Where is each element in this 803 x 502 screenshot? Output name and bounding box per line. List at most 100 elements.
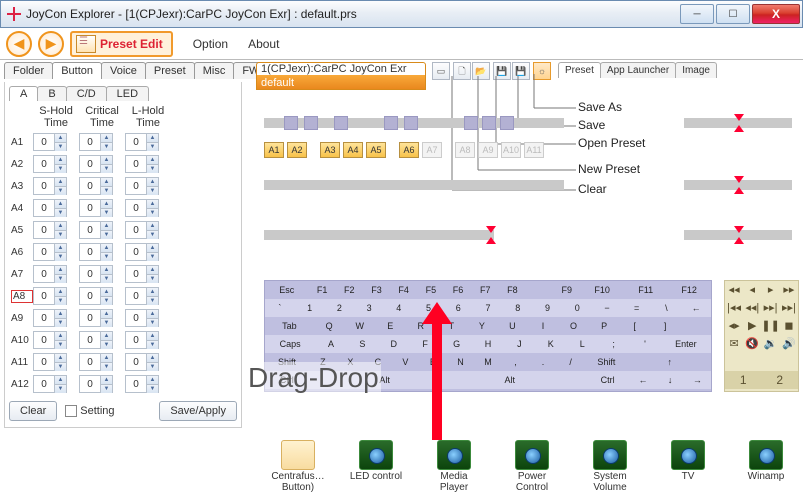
spinner-a10-0[interactable]: 0▲▼ xyxy=(33,331,67,349)
key-blank[interactable] xyxy=(628,353,656,371)
key-blank[interactable] xyxy=(531,371,558,389)
key-blank[interactable] xyxy=(680,317,711,335)
save-preset-button[interactable]: 💾 xyxy=(493,62,511,80)
spinner-a3-2[interactable]: 0▲▼ xyxy=(125,177,159,195)
key-Q[interactable]: Q xyxy=(314,317,345,335)
assign-a9[interactable]: A9 xyxy=(478,142,498,158)
key-;[interactable]: ; xyxy=(598,335,629,353)
key-L[interactable]: L xyxy=(567,335,598,353)
key-'[interactable]: ' xyxy=(629,335,660,353)
key-Y[interactable]: Y xyxy=(467,317,498,335)
media-btn[interactable]: 🔇 xyxy=(743,335,761,353)
menu-option[interactable]: Option xyxy=(193,37,228,51)
key-F5[interactable]: F5 xyxy=(417,281,444,299)
media-btn[interactable]: ▸▸ xyxy=(780,281,798,299)
key-H[interactable]: H xyxy=(472,335,503,353)
spinner-a3-1[interactable]: 0▲▼ xyxy=(79,177,113,195)
assign-a2[interactable]: A2 xyxy=(287,142,307,158)
media-btn[interactable]: ▸▸| xyxy=(761,299,779,317)
spinner-a5-1[interactable]: 0▲▼ xyxy=(79,221,113,239)
media-btn[interactable]: ◂◂| xyxy=(743,299,761,317)
clear-preset-button[interactable]: ▭ xyxy=(432,62,450,80)
right-tab-app-launcher[interactable]: App Launcher xyxy=(600,62,676,78)
highlight-preset-button[interactable]: ☼ xyxy=(533,62,551,80)
spinner-a11-0[interactable]: 0▲▼ xyxy=(33,353,67,371)
spinner-a11-2[interactable]: 0▲▼ xyxy=(125,353,159,371)
close-button[interactable]: X xyxy=(752,4,800,24)
left-tab-button[interactable]: Button xyxy=(52,62,102,79)
nav-back-button[interactable]: ◀ xyxy=(6,31,32,57)
track-3[interactable] xyxy=(264,230,494,240)
preset-edit-button[interactable]: Preset Edit xyxy=(70,31,173,57)
left-tab-misc[interactable]: Misc xyxy=(194,62,235,79)
key-O[interactable]: O xyxy=(558,317,589,335)
left-tab-folder[interactable]: Folder xyxy=(4,62,53,79)
app-centrafus[interactable]: Centrafus…Button) xyxy=(270,440,326,493)
nav-forward-button[interactable]: ▶ xyxy=(38,31,64,57)
media-btn[interactable]: ◼ xyxy=(780,317,798,335)
clear-button[interactable]: Clear xyxy=(9,401,57,421)
key-Enter[interactable]: Enter xyxy=(661,335,711,353)
key-F1[interactable]: F1 xyxy=(309,281,336,299)
spinner-a7-0[interactable]: 0▲▼ xyxy=(33,265,67,283)
assign-a8[interactable]: A8 xyxy=(455,142,475,158)
spinner-a8-2[interactable]: 0▲▼ xyxy=(125,287,159,305)
spinner-a5-2[interactable]: 0▲▼ xyxy=(125,221,159,239)
assign-a3[interactable]: A3 xyxy=(320,142,340,158)
app-ledcontrol[interactable]: LED control xyxy=(348,440,404,493)
key-S[interactable]: S xyxy=(347,335,378,353)
spinner-a1-1[interactable]: 0▲▼ xyxy=(79,133,113,151)
key-←[interactable]: ← xyxy=(681,299,711,317)
spinner-a12-0[interactable]: 0▲▼ xyxy=(33,375,67,393)
media-btn[interactable]: ▶ xyxy=(743,317,761,335)
left-tab-voice[interactable]: Voice xyxy=(101,62,146,79)
spinner-a10-2[interactable]: 0▲▼ xyxy=(125,331,159,349)
spinner-a5-0[interactable]: 0▲▼ xyxy=(33,221,67,239)
key-Shift[interactable]: Shift xyxy=(584,353,628,371)
key-`[interactable]: ` xyxy=(265,299,295,317)
key-/[interactable]: / xyxy=(557,353,585,371)
spinner-a10-1[interactable]: 0▲▼ xyxy=(79,331,113,349)
menu-about[interactable]: About xyxy=(248,37,279,51)
key-,[interactable]: , xyxy=(502,353,530,371)
spinner-a12-1[interactable]: 0▲▼ xyxy=(79,375,113,393)
left-tab-preset[interactable]: Preset xyxy=(145,62,195,79)
spinner-a6-1[interactable]: 0▲▼ xyxy=(79,243,113,261)
key-[[interactable]: [ xyxy=(619,317,650,335)
assign-a4[interactable]: A4 xyxy=(343,142,363,158)
assign-a1[interactable]: A1 xyxy=(264,142,284,158)
track-1b[interactable] xyxy=(684,118,792,128)
spinner-a1-0[interactable]: 0▲▼ xyxy=(33,133,67,151)
spinner-a2-0[interactable]: 0▲▼ xyxy=(33,155,67,173)
spinner-a3-0[interactable]: 0▲▼ xyxy=(33,177,67,195)
key-←[interactable]: ← xyxy=(629,371,656,389)
key-][interactable]: ] xyxy=(650,317,681,335)
key-F7[interactable]: F7 xyxy=(472,281,499,299)
key-blank[interactable] xyxy=(461,371,488,389)
key-Ctrl[interactable]: Ctrl xyxy=(586,371,630,389)
key-7[interactable]: 7 xyxy=(473,299,503,317)
key-I[interactable]: I xyxy=(528,317,559,335)
key-D[interactable]: D xyxy=(378,335,409,353)
right-tab-preset[interactable]: Preset xyxy=(558,62,601,78)
spinner-a9-1[interactable]: 0▲▼ xyxy=(79,309,113,327)
assign-a10[interactable]: A10 xyxy=(501,142,521,158)
key-A[interactable]: A xyxy=(315,335,346,353)
media-btn[interactable]: 🔊 xyxy=(780,335,798,353)
app-power[interactable]: PowerControl xyxy=(504,440,560,493)
assign-a11[interactable]: A11 xyxy=(524,142,544,158)
media-page-2[interactable]: 2 xyxy=(761,371,798,389)
spinner-a1-2[interactable]: 0▲▼ xyxy=(125,133,159,151)
spinner-a2-2[interactable]: 0▲▼ xyxy=(125,155,159,173)
key-F10[interactable]: F10 xyxy=(580,281,624,299)
key-4[interactable]: 4 xyxy=(384,299,414,317)
key-↑[interactable]: ↑ xyxy=(656,353,684,371)
key-F4[interactable]: F4 xyxy=(390,281,417,299)
media-btn[interactable]: 🔉 xyxy=(761,335,779,353)
sub-tab-led[interactable]: LED xyxy=(106,86,149,101)
spinner-a6-0[interactable]: 0▲▼ xyxy=(33,243,67,261)
media-btn[interactable]: ◂◂ xyxy=(725,281,743,299)
track-2[interactable] xyxy=(264,180,564,190)
spinner-a8-1[interactable]: 0▲▼ xyxy=(79,287,113,305)
right-tab-image[interactable]: Image xyxy=(675,62,717,78)
